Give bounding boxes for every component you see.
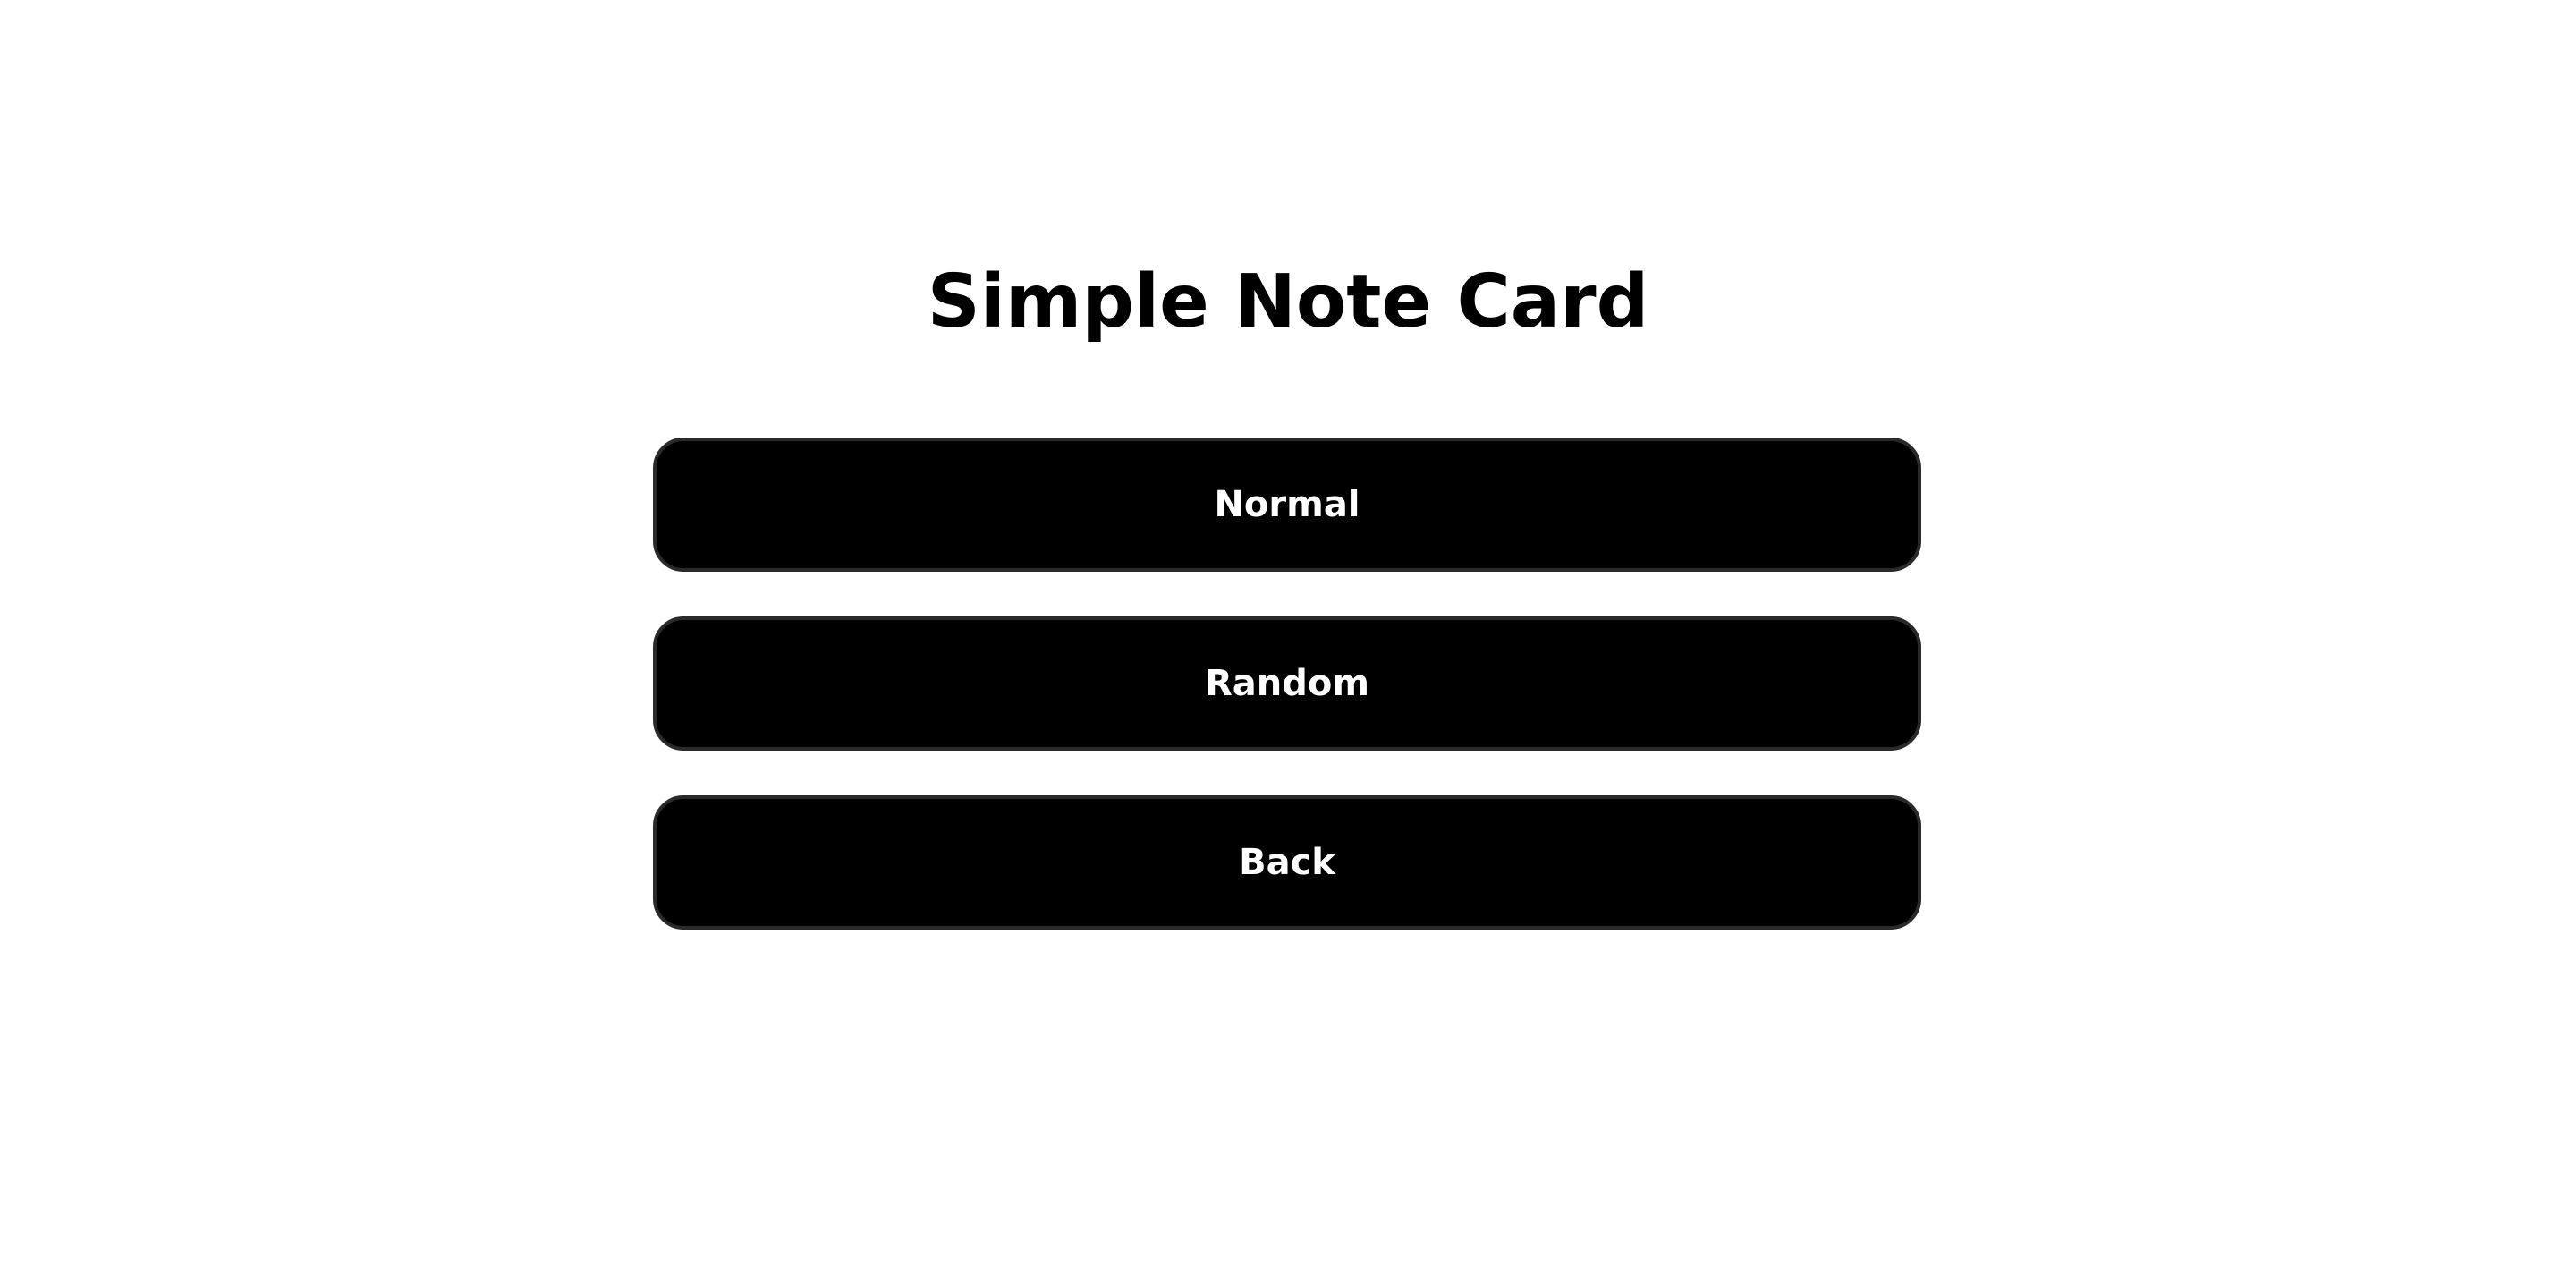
random-button-label: Random	[1204, 663, 1370, 704]
mode-menu: Normal Random Back	[653, 438, 1921, 974]
page-title: Simple Note Card	[927, 259, 1649, 344]
back-button-label: Back	[1239, 842, 1335, 883]
app-page: Simple Note Card Normal Random Back	[0, 0, 2576, 1283]
normal-button[interactable]: Normal	[653, 438, 1921, 572]
random-button[interactable]: Random	[653, 616, 1921, 751]
back-button[interactable]: Back	[653, 795, 1921, 930]
normal-button-label: Normal	[1214, 484, 1360, 525]
